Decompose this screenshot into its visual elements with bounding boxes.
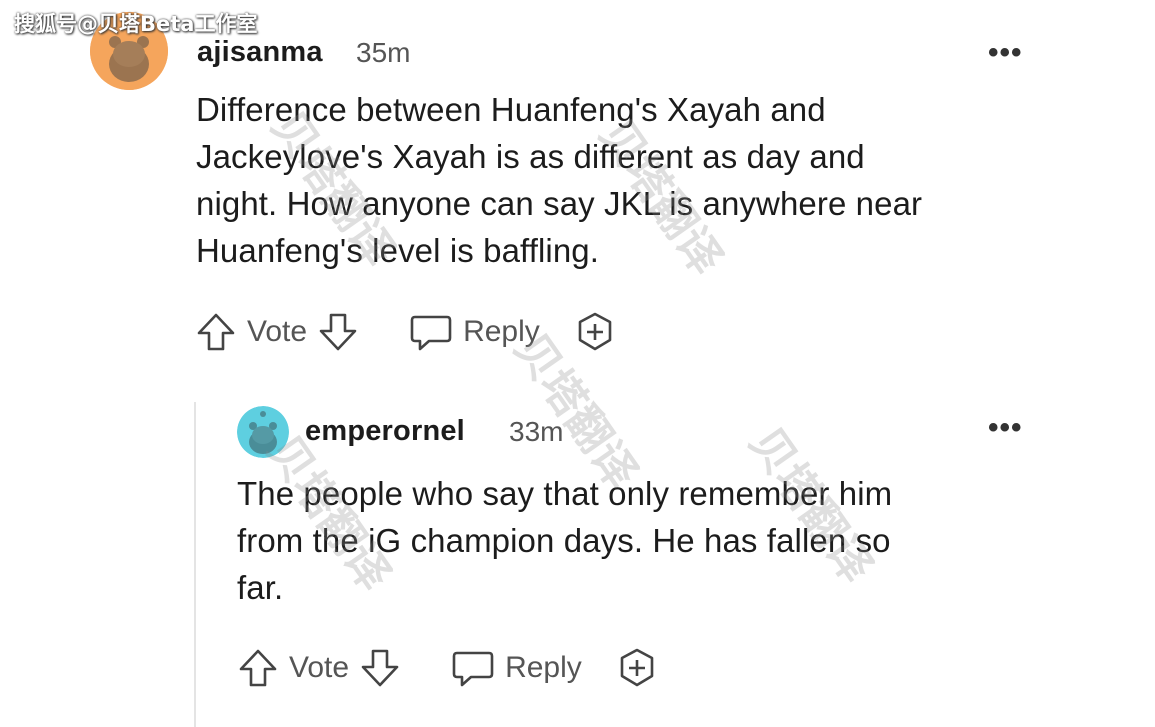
downvote-arrow-icon (319, 313, 357, 351)
downvote-button[interactable] (317, 311, 359, 353)
comment-line: night. How anyone can say JKL is anywher… (196, 185, 923, 222)
more-options-icon[interactable]: ••• (988, 38, 1023, 68)
username[interactable]: emperornel (305, 415, 465, 448)
vote-label: Vote (247, 315, 308, 348)
thread-line[interactable] (194, 402, 196, 727)
username[interactable]: ajisanma (197, 36, 323, 69)
award-button[interactable] (574, 311, 616, 353)
comment-line: Huanfeng's level is baffling. (196, 232, 600, 269)
comment-body: Difference between Huanfeng's Xayah and … (196, 86, 922, 274)
reply-label: Reply (505, 651, 582, 684)
snoo-avatar-icon (237, 406, 289, 458)
comment-line: from the iG champion days. He has fallen… (237, 522, 891, 559)
comment-body: The people who say that only remember hi… (237, 470, 892, 611)
comment-line: far. (237, 569, 284, 606)
timestamp: 33m (509, 416, 564, 447)
comment-line: Jackeylove's Xayah is as different as da… (196, 138, 865, 175)
reply-button[interactable]: Reply (409, 311, 540, 353)
timestamp: 35m (356, 37, 411, 68)
vote-label: Vote (289, 651, 350, 684)
comment-line: The people who say that only remember hi… (237, 475, 893, 512)
more-options-icon[interactable]: ••• (988, 413, 1023, 443)
reply-bubble-icon (452, 651, 494, 687)
source-watermark: 搜狐号@贝塔Beta工作室 (14, 12, 258, 36)
downvote-arrow-icon (361, 649, 399, 687)
upvote-button[interactable] (237, 647, 279, 689)
action-bar: Vote Reply (237, 647, 658, 689)
reply-bubble-icon (410, 315, 452, 351)
reply-label: Reply (463, 315, 540, 348)
reply-button[interactable]: Reply (451, 647, 582, 689)
avatar[interactable] (237, 406, 289, 458)
upvote-arrow-icon (197, 313, 235, 351)
upvote-arrow-icon (239, 649, 277, 687)
action-bar: Vote Reply (195, 311, 616, 353)
upvote-button[interactable] (195, 311, 237, 353)
award-button[interactable] (616, 647, 658, 689)
comment-line: Difference between Huanfeng's Xayah and (196, 91, 826, 128)
downvote-button[interactable] (359, 647, 401, 689)
add-award-icon (620, 648, 654, 687)
add-award-icon (578, 312, 612, 351)
